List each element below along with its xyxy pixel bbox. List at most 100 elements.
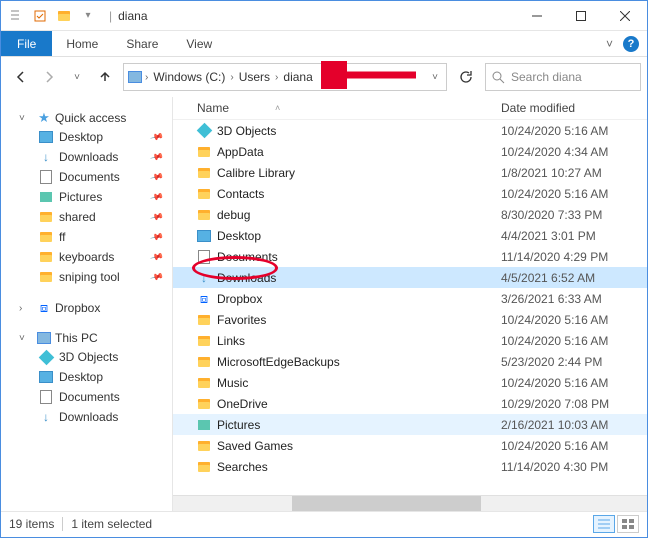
chevron-down-icon[interactable]: ˅ (19, 113, 33, 124)
file-list: 3D Objects10/24/2020 5:16 AM AppData 10/24… (173, 120, 647, 495)
pin-icon: 📌 (149, 229, 164, 244)
sidebar-item-label: Desktop (59, 130, 103, 144)
sidebar-dropbox[interactable]: › ⧈ Dropbox (1, 299, 172, 317)
sidebar-item[interactable]: shared📌 (1, 207, 172, 227)
folder-icon (39, 230, 53, 244)
dropbox-icon: ⧈ (197, 292, 211, 306)
file-row[interactable]: debug8/30/2020 7:33 PM (173, 204, 647, 225)
sidebar-item[interactable]: keyboards📌 (1, 247, 172, 267)
sidebar-item-label: Pictures (59, 190, 102, 204)
file-row[interactable]: ⧈Dropbox3/26/2021 6:33 AM (173, 288, 647, 309)
breadcrumb-seg[interactable]: Windows (C:) (151, 70, 227, 84)
column-name[interactable]: Name ˄ (197, 101, 501, 115)
chevron-down-icon[interactable]: ˅ (19, 333, 33, 344)
content-area: ˅ ★ Quick access Desktop📌↓Downloads📌Docu… (1, 97, 647, 511)
maximize-button[interactable] (559, 1, 603, 31)
file-name: MicrosoftEdgeBackups (217, 355, 340, 369)
forward-button[interactable] (35, 63, 63, 91)
sidebar-item-label: keyboards (59, 250, 114, 264)
sidebar-item[interactable]: Desktop📌 (1, 127, 172, 147)
file-row[interactable]: Favorites10/24/2020 5:16 AM (173, 309, 647, 330)
file-row[interactable]: Calibre Library1/8/2021 10:27 AM (173, 162, 647, 183)
view-details-button[interactable] (593, 515, 615, 533)
pin-icon: 📌 (149, 149, 164, 164)
refresh-button[interactable] (451, 63, 481, 91)
folder-icon (197, 334, 211, 348)
file-row[interactable]: Contacts10/24/2020 5:16 AM (173, 183, 647, 204)
address-bar[interactable]: › Windows (C:) › Users › diana ˅ (123, 63, 447, 91)
sidebar-this-pc[interactable]: ˅ This PC (1, 329, 172, 347)
file-name: Desktop (217, 229, 261, 243)
folder-icon (197, 313, 211, 327)
breadcrumb-seg[interactable]: diana (281, 70, 314, 84)
view-large-button[interactable] (617, 515, 639, 533)
file-list-pane: Name ˄ Date modified 3D Objects10/24/202… (173, 97, 647, 511)
file-row[interactable]: Searches11/14/2020 4:30 PM (173, 456, 647, 477)
sidebar-item[interactable]: sniping tool 📌 (1, 267, 172, 287)
help-icon[interactable]: ? (623, 36, 639, 52)
sidebar-label: This PC (55, 331, 98, 345)
sidebar-item[interactable]: Documents📌 (1, 167, 172, 187)
download-icon: ↓ (197, 271, 211, 285)
folder-icon (197, 397, 211, 411)
chevron-right-icon[interactable]: › (144, 72, 149, 83)
ribbon-expand-icon[interactable]: ˅ (606, 37, 613, 51)
file-name: AppData (217, 145, 264, 159)
sidebar-item[interactable]: Documents (1, 387, 172, 407)
file-date: 10/24/2020 5:16 AM (501, 439, 647, 453)
file-date: 3/26/2021 6:33 AM (501, 292, 647, 306)
tab-view[interactable]: View (172, 31, 226, 56)
sidebar-item[interactable]: ↓Downloads📌 (1, 147, 172, 167)
dropdown-icon[interactable]: ▾ (79, 7, 97, 25)
download-icon: ↓ (39, 410, 53, 424)
titlebar: ▾ | diana (1, 1, 647, 31)
sidebar-item[interactable]: Desktop (1, 367, 172, 387)
file-date: 10/24/2020 4:34 AM (501, 145, 647, 159)
file-row[interactable]: Saved Games10/24/2020 5:16 AM (173, 435, 647, 456)
search-box[interactable]: Search diana (485, 63, 641, 91)
file-row[interactable]: MicrosoftEdgeBackups5/23/2020 2:44 PM (173, 351, 647, 372)
up-button[interactable] (91, 63, 119, 91)
column-date[interactable]: Date modified (501, 101, 647, 115)
file-row[interactable]: Links10/24/2020 5:16 AM (173, 330, 647, 351)
tab-share[interactable]: Share (112, 31, 172, 56)
folder-icon[interactable] (55, 7, 73, 25)
file-row[interactable]: Documents11/14/2020 4:29 PM (173, 246, 647, 267)
window-title: diana (118, 9, 147, 23)
sidebar-item-label: sniping tool (59, 270, 120, 284)
sidebar-item[interactable]: Pictures📌 (1, 187, 172, 207)
minimize-button[interactable] (515, 1, 559, 31)
breadcrumb-seg[interactable]: Users (237, 70, 272, 84)
sidebar-item[interactable]: ff📌 (1, 227, 172, 247)
sidebar-item[interactable]: 3D Objects (1, 347, 172, 367)
sidebar-item-label: Downloads (59, 410, 118, 424)
close-button[interactable] (603, 1, 647, 31)
file-name: Favorites (217, 313, 266, 327)
sidebar-item[interactable]: ↓ Downloads (1, 407, 172, 427)
file-row[interactable]: ↓Downloads4/5/2021 6:52 AM (173, 267, 647, 288)
document-icon (39, 170, 53, 184)
file-row[interactable]: 3D Objects10/24/2020 5:16 AM (173, 120, 647, 141)
file-row[interactable]: Pictures2/16/2021 10:03 AM (173, 414, 647, 435)
file-date: 10/24/2020 5:16 AM (501, 334, 647, 348)
file-row[interactable]: OneDrive10/29/2020 7:08 PM (173, 393, 647, 414)
properties-icon[interactable] (31, 7, 49, 25)
chevron-right-icon[interactable]: › (229, 72, 234, 83)
recent-dropdown-icon[interactable]: ˅ (63, 63, 91, 91)
pin-icon: 📌 (149, 269, 164, 284)
file-explorer-window: ▾ | diana File Home Share View ˅ ? ˅ › W… (0, 0, 648, 538)
chevron-right-icon[interactable]: › (274, 72, 279, 83)
file-row[interactable]: AppData 10/24/2020 4:34 AM (173, 141, 647, 162)
address-dropdown-icon[interactable]: ˅ (432, 72, 442, 83)
chevron-right-icon[interactable]: › (19, 303, 33, 314)
file-row[interactable]: Music10/24/2020 5:16 AM (173, 372, 647, 393)
tab-file[interactable]: File (1, 31, 52, 56)
sidebar-quick-access[interactable]: ˅ ★ Quick access (1, 109, 172, 127)
back-button[interactable] (7, 63, 35, 91)
horizontal-scrollbar[interactable] (173, 495, 647, 511)
file-row[interactable]: Desktop4/4/2021 3:01 PM (173, 225, 647, 246)
document-icon (197, 250, 211, 264)
tab-home[interactable]: Home (52, 31, 112, 56)
overflow-icon[interactable] (7, 7, 25, 25)
picture-icon (197, 418, 211, 432)
